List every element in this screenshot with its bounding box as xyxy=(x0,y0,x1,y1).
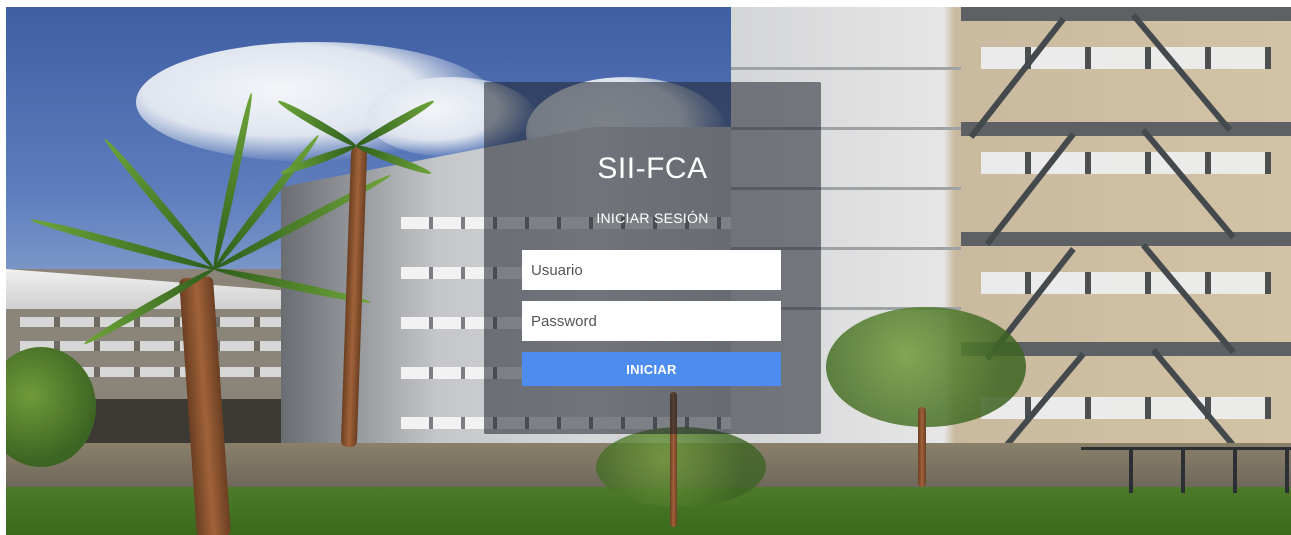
login-button[interactable]: INICIAR xyxy=(522,352,781,386)
tree-canopy xyxy=(596,427,766,507)
login-page: SII-FCA INICIAR SESIÓN INICIAR xyxy=(6,7,1291,535)
password-input[interactable] xyxy=(522,301,781,341)
login-panel: SII-FCA INICIAR SESIÓN INICIAR xyxy=(484,82,821,434)
railing xyxy=(1081,447,1291,493)
tree-canopy xyxy=(826,307,1026,427)
login-heading: INICIAR SESIÓN xyxy=(596,210,709,226)
username-input[interactable] xyxy=(522,250,781,290)
app-title: SII-FCA xyxy=(597,152,708,185)
tree-trunk xyxy=(918,407,926,487)
